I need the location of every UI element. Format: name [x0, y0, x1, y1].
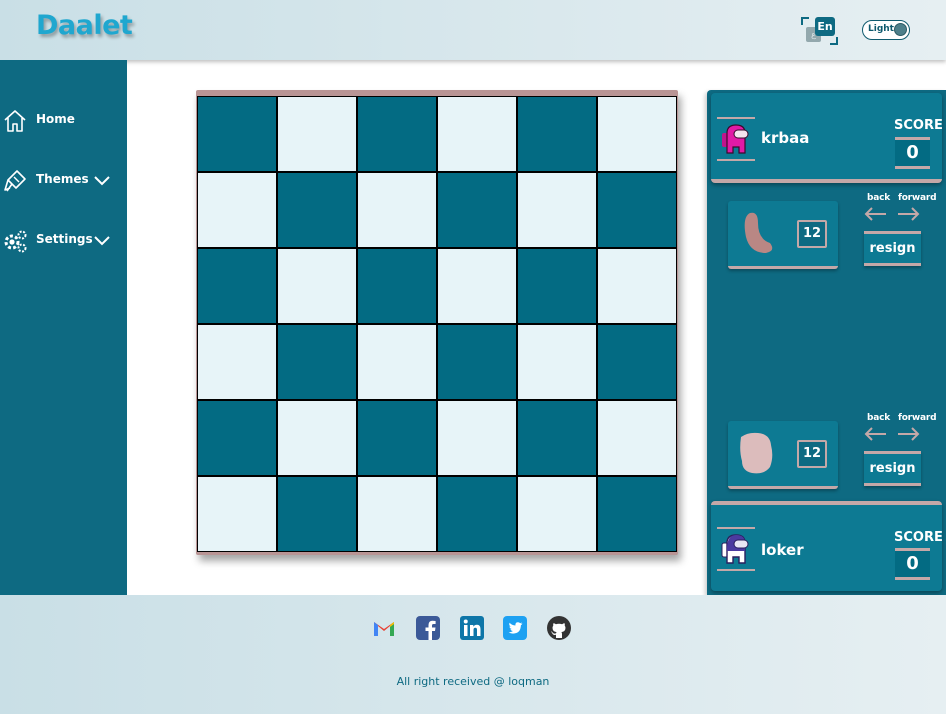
game-board[interactable]	[197, 96, 677, 552]
board-square[interactable]	[277, 476, 357, 552]
paint-brush-icon	[4, 170, 26, 192]
board-square[interactable]	[277, 324, 357, 400]
board-square[interactable]	[517, 476, 597, 552]
board-square[interactable]	[277, 248, 357, 324]
board-square[interactable]	[197, 400, 277, 476]
piece-count: 12	[797, 440, 827, 468]
piece-counter-top: 12	[728, 201, 838, 269]
pink-crewmate-icon	[717, 117, 755, 161]
board-square[interactable]	[517, 400, 597, 476]
board-square[interactable]	[437, 248, 517, 324]
board-square[interactable]	[597, 324, 677, 400]
theme-toggle-label: Light	[868, 24, 894, 34]
piece-count: 12	[797, 220, 827, 248]
purple-crewmate-icon	[717, 527, 755, 571]
board-square[interactable]	[357, 400, 437, 476]
board-square[interactable]	[197, 96, 277, 172]
english-language-icon: En	[815, 17, 835, 36]
forward-arrow-icon[interactable]	[896, 427, 920, 441]
gmail-icon[interactable]	[371, 615, 397, 641]
home-icon	[4, 110, 26, 132]
back-label: back	[867, 193, 891, 203]
board-square[interactable]	[517, 172, 597, 248]
board-square[interactable]	[357, 172, 437, 248]
board-square[interactable]	[277, 400, 357, 476]
back-forward-labels: back forward	[867, 413, 937, 423]
board-square[interactable]	[597, 476, 677, 552]
score-value: 0	[895, 548, 930, 580]
sidebar-item-home[interactable]: Home	[0, 106, 127, 136]
board-square[interactable]	[197, 172, 277, 248]
board-square[interactable]	[277, 96, 357, 172]
theme-toggle[interactable]: Light	[862, 20, 910, 40]
board-square[interactable]	[517, 324, 597, 400]
board-square[interactable]	[437, 476, 517, 552]
player-name: krbaa	[761, 129, 810, 147]
score-label: SCORE	[894, 118, 943, 133]
sidebar-item-label: Settings	[36, 232, 93, 246]
back-arrow-icon[interactable]	[864, 427, 888, 441]
board-square[interactable]	[597, 96, 677, 172]
copyright-text: All right received @ loqman	[396, 675, 550, 688]
board-square[interactable]	[437, 96, 517, 172]
piece-counter-bottom: 12	[728, 421, 838, 489]
back-arrow-icon[interactable]	[864, 207, 888, 221]
board-square[interactable]	[437, 324, 517, 400]
board-square[interactable]	[197, 476, 277, 552]
board-square[interactable]	[357, 248, 437, 324]
logo[interactable]: Daalet	[36, 10, 133, 41]
facebook-icon[interactable]	[415, 615, 441, 641]
board-square[interactable]	[437, 172, 517, 248]
resign-button[interactable]: resign	[864, 451, 921, 486]
board-square[interactable]	[357, 324, 437, 400]
board-square[interactable]	[517, 248, 597, 324]
bean-piece-icon	[744, 212, 773, 253]
sidebar-item-label: Themes	[36, 172, 89, 186]
board-frame	[196, 90, 678, 555]
github-icon[interactable]	[546, 615, 572, 641]
history-arrows	[864, 207, 922, 221]
twitter-icon[interactable]	[502, 615, 528, 641]
forward-label: forward	[897, 193, 937, 203]
score-label: SCORE	[894, 530, 943, 545]
toggle-knob	[894, 23, 907, 36]
board-square[interactable]	[357, 476, 437, 552]
forward-label: forward	[897, 413, 937, 423]
board-square[interactable]	[517, 96, 597, 172]
footer: All right received @ loqman	[0, 595, 946, 714]
player-card-top: krbaa SCORE 0	[711, 93, 943, 183]
sidebar: Home Themes Settings	[0, 60, 127, 595]
back-label: back	[867, 413, 891, 423]
game-panel: krbaa SCORE 0 12 back forward resign 12 …	[707, 90, 946, 595]
board-square[interactable]	[437, 400, 517, 476]
language-switch-button[interactable]: ع En	[801, 17, 838, 45]
board-square[interactable]	[597, 248, 677, 324]
frame-corner	[801, 17, 809, 25]
board-square[interactable]	[197, 248, 277, 324]
score-value: 0	[895, 137, 930, 169]
history-arrows	[864, 427, 922, 441]
frame-corner	[830, 37, 838, 45]
chevron-down-icon[interactable]	[93, 235, 111, 247]
player-name: loker	[761, 541, 804, 559]
header: Daalet ع En Light	[0, 0, 946, 60]
blob-piece-icon	[740, 432, 773, 474]
board-square[interactable]	[197, 324, 277, 400]
forward-arrow-icon[interactable]	[896, 207, 920, 221]
sidebar-item-themes[interactable]: Themes	[0, 166, 127, 196]
sidebar-item-settings[interactable]: Settings	[0, 226, 127, 256]
gears-icon	[4, 230, 27, 253]
board-square[interactable]	[357, 96, 437, 172]
player-card-bottom: loker SCORE 0	[711, 501, 943, 591]
linkedin-icon[interactable]	[459, 615, 485, 641]
board-square[interactable]	[277, 172, 357, 248]
sidebar-item-label: Home	[36, 112, 75, 126]
resign-button[interactable]: resign	[864, 231, 921, 266]
back-forward-labels: back forward	[867, 193, 937, 203]
board-square[interactable]	[597, 400, 677, 476]
board-square[interactable]	[597, 172, 677, 248]
chevron-down-icon[interactable]	[93, 175, 111, 187]
